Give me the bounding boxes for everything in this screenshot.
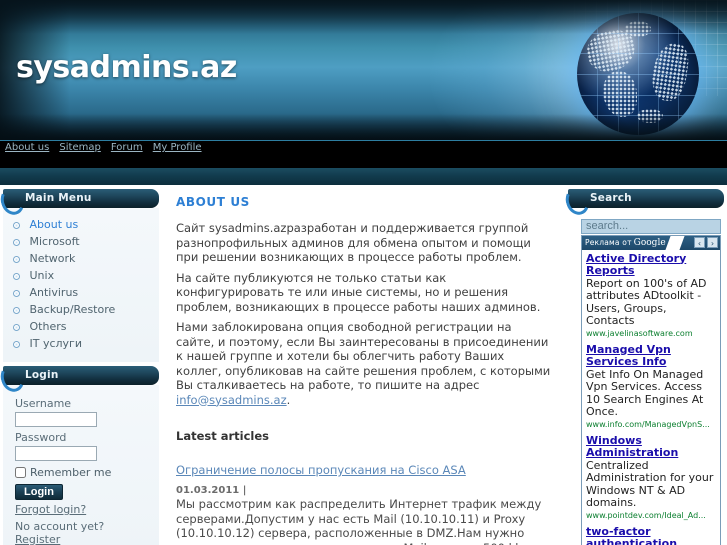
login-body: Username Password Remember me Login Forg… bbox=[3, 385, 159, 545]
bullet-icon bbox=[13, 239, 20, 246]
about-paragraph-2: На сайте публикуются не только статьи ка… bbox=[176, 270, 541, 314]
ad-description: Report on 100's of AD attributes ADtoolk… bbox=[586, 276, 707, 327]
password-input[interactable] bbox=[15, 446, 97, 461]
about-paragraph-3: Нами заблокирована опция свободной регис… bbox=[176, 320, 553, 407]
latest-articles-heading: Latest articles bbox=[176, 429, 270, 443]
article-title-link[interactable]: Ограничение полосы пропускания на Cisco … bbox=[176, 463, 466, 477]
ad-description: Get Info On Managed Vpn Services. Access… bbox=[586, 367, 704, 418]
ad-title-link[interactable]: two-factor authentication bbox=[586, 525, 716, 545]
remember-me-checkbox[interactable] bbox=[15, 467, 26, 478]
login-form: Username Password Remember me Login Forg… bbox=[3, 391, 159, 545]
search-body bbox=[565, 208, 727, 234]
sidebar-item-label[interactable]: About us bbox=[30, 218, 79, 231]
search-heading: Search bbox=[568, 189, 724, 208]
about-paragraph-3-text: Нами заблокирована опция свободной регис… bbox=[176, 320, 551, 392]
bullet-icon bbox=[13, 341, 20, 348]
right-sidebar: Search Реклама от Google ‹ › Active Dire… bbox=[565, 185, 727, 545]
sidebar-item-antivirus[interactable]: Antivirus bbox=[13, 284, 159, 301]
sidebar-item-unix[interactable]: Unix bbox=[13, 267, 159, 284]
sidebar-item-label[interactable]: Microsoft bbox=[30, 235, 80, 248]
ad-item: two-factor authentication bbox=[582, 523, 720, 545]
sidebar-item-label[interactable]: Network bbox=[30, 252, 76, 265]
prev-ad-button[interactable]: ‹ bbox=[694, 237, 705, 248]
ad-title-link[interactable]: Managed Vpn Services Info bbox=[586, 343, 716, 369]
sidebar-item-label[interactable]: Antivirus bbox=[30, 286, 79, 299]
bullet-icon bbox=[13, 324, 20, 331]
google-logo: Google bbox=[633, 237, 666, 248]
login-heading: Login bbox=[3, 366, 159, 385]
page-body: Main Menu About us Microsoft Network Uni… bbox=[0, 185, 727, 545]
search-input[interactable] bbox=[581, 218, 721, 234]
google-ads-box: Реклама от Google ‹ › Active Directory R… bbox=[581, 234, 721, 545]
bullet-icon bbox=[13, 222, 20, 229]
sidebar-item-about-us[interactable]: About us bbox=[13, 216, 159, 233]
register-link[interactable]: Register bbox=[15, 533, 60, 545]
ad-url: www.info.com/ManagedVpnS... bbox=[586, 419, 710, 429]
page-title: ABOUT US bbox=[176, 195, 250, 209]
sidebar-item-label[interactable]: Others bbox=[30, 320, 67, 333]
sidebar-item-label[interactable]: Backup/Restore bbox=[30, 303, 116, 316]
ad-url: www.pointdev.com/Ideal_Ad... bbox=[586, 510, 706, 520]
sidebar-item-network[interactable]: Network bbox=[13, 250, 159, 267]
bullet-icon bbox=[13, 273, 20, 280]
main-menu-heading: Main Menu bbox=[3, 189, 159, 208]
no-account-text: No account yet? bbox=[15, 520, 105, 533]
contact-email-link[interactable]: info@sysadmins.az bbox=[176, 393, 287, 407]
sidebar-item-label[interactable]: Unix bbox=[30, 269, 55, 282]
nav-item-forum[interactable]: Forum bbox=[111, 142, 143, 154]
bullet-icon bbox=[13, 256, 20, 263]
ads-pager: ‹ › bbox=[694, 237, 720, 248]
site-banner: sysadmins.az bbox=[0, 0, 727, 140]
forgot-login-link[interactable]: Forgot login? bbox=[15, 503, 147, 516]
nav-item-sitemap[interactable]: Sitemap bbox=[59, 142, 100, 154]
banner-shade-bottom bbox=[0, 114, 727, 140]
content-top-band bbox=[0, 168, 727, 185]
remember-me-label: Remember me bbox=[30, 466, 112, 479]
nav-item-about-us[interactable]: About us bbox=[5, 142, 49, 154]
login-button[interactable]: Login bbox=[15, 484, 63, 500]
sidebar-item-others[interactable]: Others bbox=[13, 318, 159, 335]
ad-item: Managed Vpn Services Info Get Info On Ma… bbox=[582, 341, 720, 432]
no-account-row: No account yet? Register bbox=[15, 520, 147, 545]
ad-title-link[interactable]: Windows Administration bbox=[586, 434, 716, 460]
ad-title-link[interactable]: Active Directory Reports bbox=[586, 252, 716, 278]
about-paragraph-3-suffix: . bbox=[286, 392, 291, 407]
bullet-icon bbox=[13, 290, 20, 297]
main-menu-list: About us Microsoft Network Unix Antiviru… bbox=[3, 214, 159, 354]
sidebar-item-label[interactable]: IT услуги bbox=[30, 337, 83, 350]
nav-item-my-profile[interactable]: My Profile bbox=[153, 142, 202, 154]
username-input[interactable] bbox=[15, 412, 97, 427]
ad-item: Windows Administration Centralized Admin… bbox=[582, 432, 720, 523]
ad-url: www.javelinasoftware.com bbox=[586, 328, 693, 338]
main-content: ABOUT US Сайт sysadmins.azразработан и п… bbox=[162, 185, 565, 545]
article-date: 01.03.2011 | bbox=[176, 485, 247, 496]
username-label: Username bbox=[15, 397, 72, 410]
sidebar-item-microsoft[interactable]: Microsoft bbox=[13, 233, 159, 250]
top-navigation: About us Sitemap Forum My Profile bbox=[0, 140, 727, 154]
google-ads-header: Реклама от Google ‹ › bbox=[582, 235, 720, 250]
ad-description: Centralized Administration for your Wind… bbox=[586, 458, 714, 509]
about-paragraph-1: Сайт sysadmins.azразработан и поддержива… bbox=[176, 221, 531, 264]
site-title: sysadmins.az bbox=[16, 50, 237, 85]
password-label: Password bbox=[15, 431, 67, 444]
article-excerpt: Мы рассмотрим как распределить Интернет … bbox=[176, 497, 542, 545]
next-ad-button[interactable]: › bbox=[707, 237, 718, 248]
bullet-icon bbox=[13, 307, 20, 314]
ads-label: Реклама от bbox=[585, 238, 632, 247]
ads-tab-shape bbox=[665, 235, 685, 250]
sidebar-item-it-uslugi[interactable]: IT услуги bbox=[13, 335, 159, 352]
left-sidebar: Main Menu About us Microsoft Network Uni… bbox=[0, 185, 162, 545]
article-item: Ограничение полосы пропускания на Cisco … bbox=[176, 459, 553, 545]
banner-shade-top bbox=[0, 0, 727, 34]
main-menu-body: About us Microsoft Network Unix Antiviru… bbox=[3, 208, 159, 362]
remember-me-row[interactable]: Remember me bbox=[15, 466, 147, 479]
ad-item: Active Directory Reports Report on 100's… bbox=[582, 250, 720, 341]
sidebar-item-backup-restore[interactable]: Backup/Restore bbox=[13, 301, 159, 318]
